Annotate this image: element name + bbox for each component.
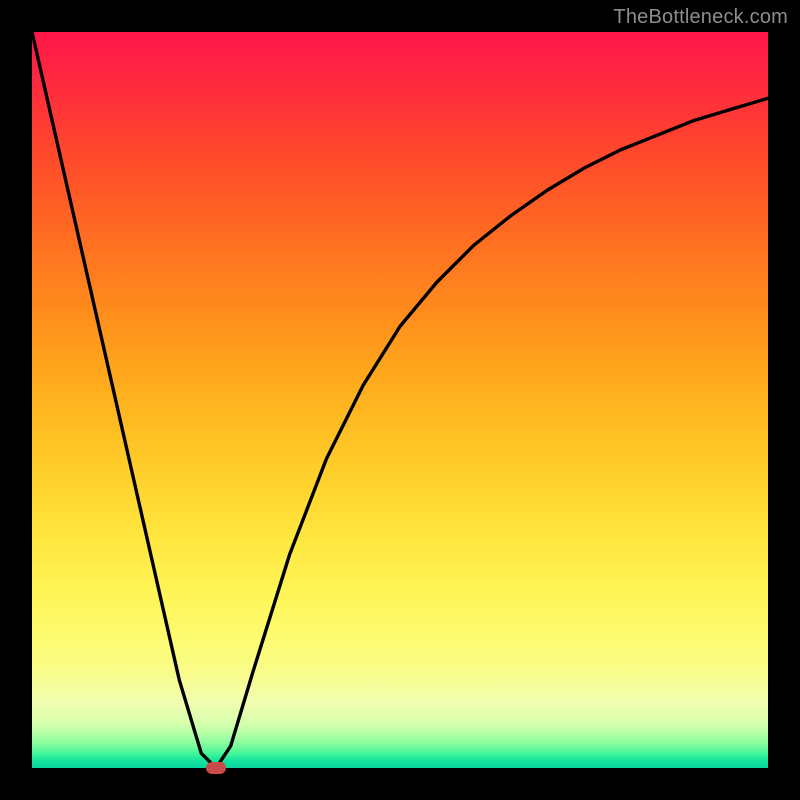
bottleneck-curve <box>32 32 768 768</box>
watermark-text: TheBottleneck.com <box>613 6 788 29</box>
chart-frame: TheBottleneck.com <box>0 0 800 800</box>
plot-area <box>32 32 768 768</box>
curve-svg <box>32 32 768 768</box>
optimal-point-marker <box>206 762 226 774</box>
